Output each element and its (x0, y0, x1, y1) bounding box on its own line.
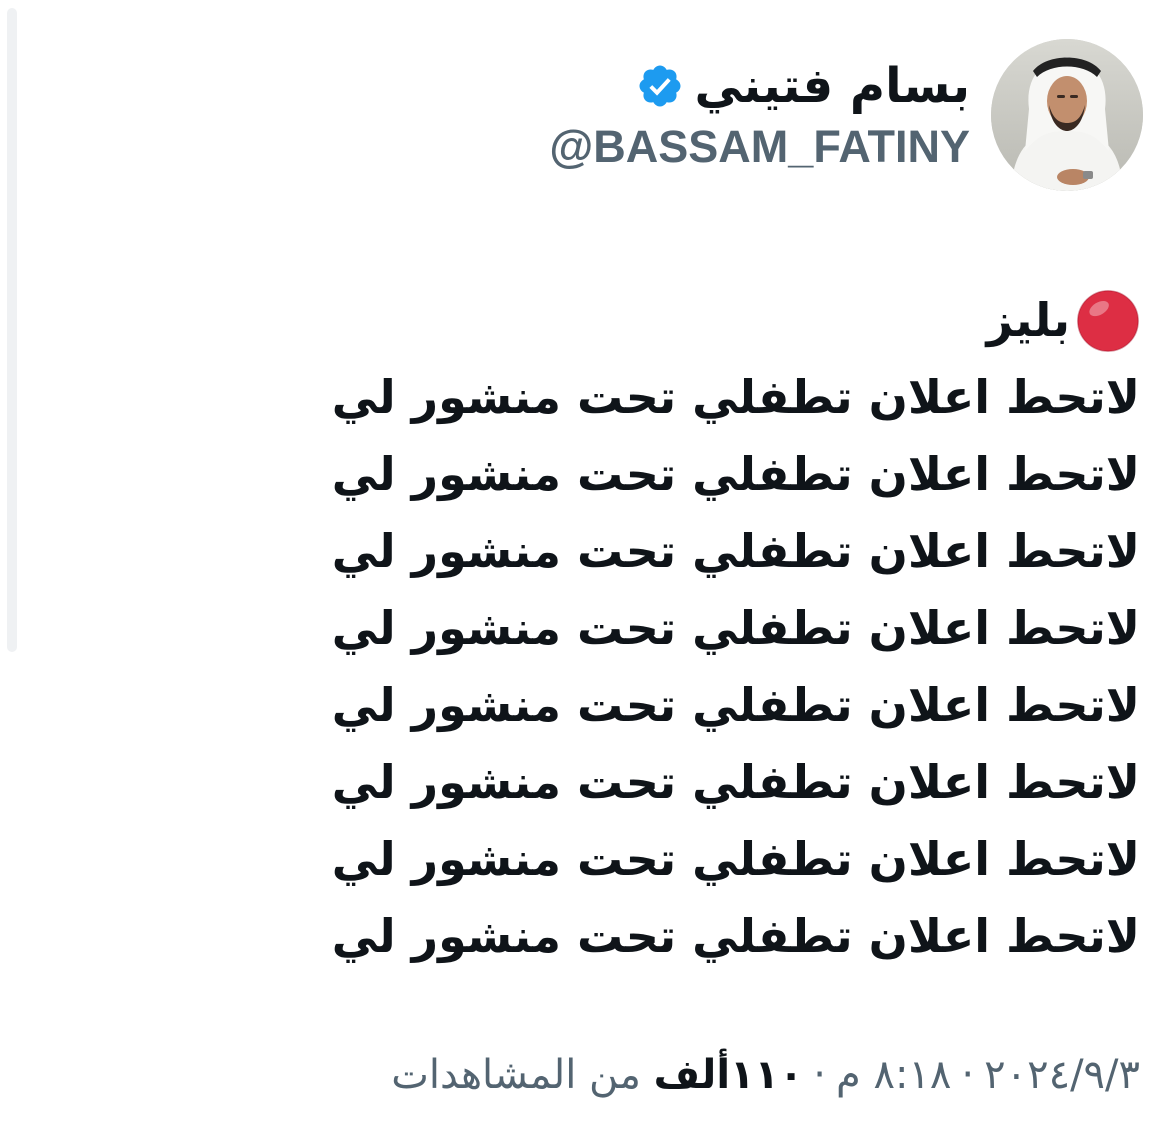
profile-photo-icon (991, 39, 1143, 191)
tweet-line: لاتحط اعلان تطفلي تحت منشور لي (331, 678, 1140, 732)
author-handle[interactable]: @BASSAM_FATINY (549, 122, 970, 172)
views-count[interactable]: ١١٠ألف (654, 1052, 804, 1098)
tweet-line: لاتحط اعلان تطفلي تحت منشور لي (331, 755, 1140, 809)
tweet-first-line: بليز (240, 282, 1140, 359)
author-display-name[interactable]: بسام فتيني (694, 50, 970, 122)
tweet-line: لاتحط اعلان تطفلي تحت منشور لي (331, 447, 1140, 501)
tweet-line: لاتحط اعلان تطفلي تحت منشور لي (331, 524, 1140, 578)
tweet-time[interactable]: ٨:١٨ م (836, 1052, 951, 1098)
scrollbar-track[interactable] (7, 8, 17, 652)
tweet-line: لاتحط اعلان تطفلي تحت منشور لي (331, 370, 1140, 424)
avatar[interactable] (991, 39, 1143, 191)
tweet-first-line-text: بليز (986, 293, 1070, 347)
verified-badge-icon[interactable] (636, 62, 684, 110)
tweet-metadata: ٢٠٢٤/٩/٣·٨:١٨ م·١١٠ألف من المشاهدات (391, 1045, 1140, 1105)
tweet-header: بسام فتيني @BASSAM_FATINY (549, 50, 970, 172)
red-circle-icon (1077, 289, 1139, 352)
tweet-text: بليز لاتحط اعلان تطفلي تحت منشور لي لاتح… (240, 282, 1140, 975)
author-name-row[interactable]: بسام فتيني (549, 50, 970, 122)
tweet-line: لاتحط اعلان تطفلي تحت منشور لي (331, 601, 1140, 655)
meta-separator: · (813, 1052, 826, 1098)
tweet-line: لاتحط اعلان تطفلي تحت منشور لي (331, 909, 1140, 963)
tweet-line: لاتحط اعلان تطفلي تحت منشور لي (331, 832, 1140, 886)
tweet-date[interactable]: ٢٠٢٤/٩/٣ (984, 1052, 1140, 1098)
views-label: من المشاهدات (391, 1052, 641, 1098)
meta-separator: · (961, 1052, 975, 1098)
